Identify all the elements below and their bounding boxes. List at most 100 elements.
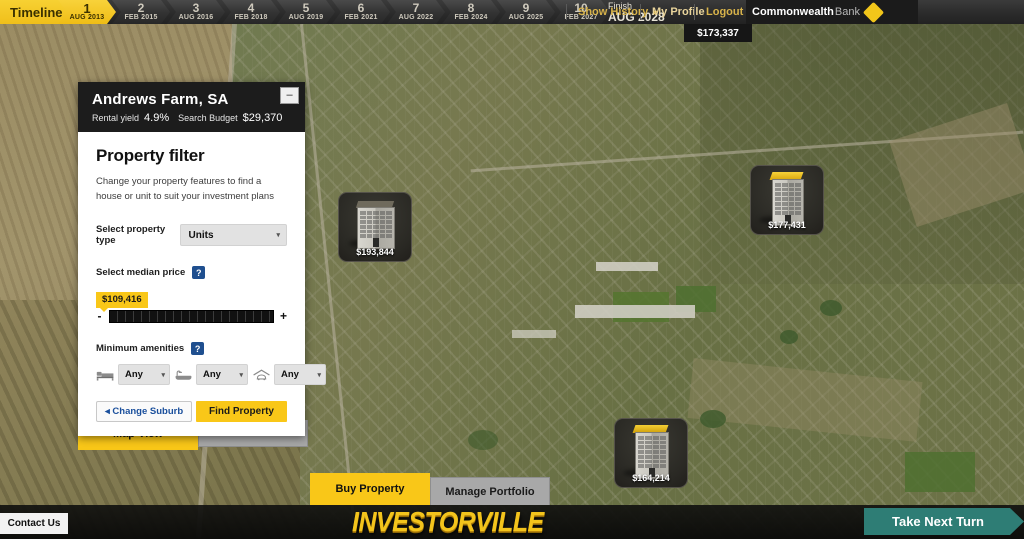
bathrooms-select[interactable]: Any ▾: [196, 364, 248, 385]
chevron-down-icon: ▾: [239, 371, 243, 379]
take-next-turn-button[interactable]: Take Next Turn: [864, 508, 1024, 535]
timeline-step-9[interactable]: 9 AUG 2025: [497, 0, 555, 24]
bed-icon: [96, 371, 114, 381]
building-graphic: [632, 425, 669, 479]
timeline-step-date: AUG 2013: [69, 13, 105, 21]
cash-balance: $173,337: [684, 24, 752, 42]
property-type-value: Units: [188, 229, 214, 241]
panel-body: Property filter Change your property fea…: [78, 132, 326, 436]
rental-yield-value: 4.9%: [144, 112, 170, 124]
timeline-step-number: 4: [247, 0, 255, 15]
search-budget-label: Search Budget: [178, 113, 238, 123]
timeline-step-6[interactable]: 6 FEB 2021: [332, 0, 390, 24]
commonwealth-bank-logo: Commonwealth Bank: [746, 0, 918, 24]
timeline-step-date: FEB 2021: [344, 13, 378, 21]
map-building-block: [596, 262, 658, 271]
timeline-step-8[interactable]: 8 FEB 2024: [442, 0, 500, 24]
panel-header: Andrews Farm, SA Rental yield 4.9% Searc…: [78, 82, 305, 132]
map-tree: [820, 300, 842, 316]
show-history-label: Show History: [578, 6, 649, 18]
bank-name-light: Bank: [834, 6, 860, 18]
tab-manage-portfolio[interactable]: Manage Portfolio: [430, 477, 550, 505]
median-price-slider[interactable]: - +: [78, 309, 305, 323]
carspaces-filter: Any ▾: [252, 364, 326, 385]
bathrooms-filter: Any ▾: [174, 364, 248, 385]
property-type-select[interactable]: Units ▾: [179, 224, 287, 246]
building-windows: [775, 183, 801, 215]
carport-icon: [253, 369, 270, 380]
bathrooms-value: Any: [203, 369, 221, 380]
property-marker-tile[interactable]: $177,431: [750, 165, 824, 235]
building-body: [357, 207, 395, 249]
timeline-step-4[interactable]: 4 FEB 2018: [222, 0, 280, 24]
find-property-button[interactable]: Find Property: [195, 401, 287, 422]
timeline-bar: Timeline 1 AUG 2013 2 FEB 2015 3 AUG 201…: [0, 0, 1024, 24]
slider-increase-button[interactable]: +: [280, 309, 287, 323]
carspaces-value: Any: [281, 369, 299, 380]
logout-button[interactable]: Logout: [696, 0, 753, 24]
timeline-step-date: FEB 2015: [124, 13, 158, 21]
map-building-block: [575, 305, 695, 318]
timeline-step-number: 8: [467, 0, 475, 15]
building-body: [635, 432, 669, 479]
carspaces-select[interactable]: Any ▾: [274, 364, 326, 385]
timeline-step-3[interactable]: 3 AUG 2016: [167, 0, 225, 24]
property-price: $193,844: [356, 247, 394, 257]
timeline-step-date: FEB 2024: [454, 13, 488, 21]
median-price-value: $109,416: [96, 292, 148, 312]
header-divider: [694, 4, 695, 20]
timeline-step-date: AUG 2019: [288, 13, 324, 21]
property-marker-tile[interactable]: $164,214: [614, 418, 688, 488]
property-marker[interactable]: $177,431: [750, 165, 824, 235]
map-tree: [468, 430, 498, 450]
property-marker[interactable]: $164,214: [614, 418, 688, 488]
map-tree: [700, 410, 726, 428]
minimize-button[interactable]: –: [280, 87, 299, 104]
building-body: [772, 179, 804, 226]
property-type-row: Select property type Units ▾: [78, 224, 305, 246]
search-budget-value: $29,370: [242, 112, 283, 124]
building-windows: [360, 211, 392, 238]
diamond-icon: [862, 1, 885, 23]
bank-name-bold: Commonwealth: [752, 6, 834, 18]
timeline-step-7[interactable]: 7 AUG 2022: [387, 0, 445, 24]
help-icon[interactable]: ?: [192, 266, 206, 279]
panel-section-title: Property filter: [96, 146, 205, 165]
property-marker[interactable]: $193,844: [338, 192, 412, 262]
map-sports-field: [905, 452, 975, 492]
building-door: [373, 238, 379, 247]
timeline-step-5[interactable]: 5 AUG 2019: [277, 0, 335, 24]
bath-icon: [175, 370, 192, 380]
property-marker-tile[interactable]: $193,844: [338, 192, 412, 262]
change-suburb-button[interactable]: ◂ Change Suburb: [96, 401, 193, 422]
median-price-row: Select median price ?: [78, 266, 305, 279]
investorville-logo: INVESTORVILLE: [352, 506, 544, 538]
slider-track[interactable]: [109, 309, 274, 323]
contact-us-button[interactable]: Contact Us: [0, 513, 68, 534]
help-icon[interactable]: ?: [191, 342, 205, 355]
timeline-step-date: AUG 2022: [398, 13, 434, 21]
timeline-step-date: AUG 2016: [178, 13, 214, 21]
mode-tabs: Buy Property Manage Portfolio: [310, 473, 550, 505]
building-windows: [638, 436, 666, 468]
panel-actions: ◂ Change Suburb Find Property: [78, 385, 305, 422]
header-divider: [566, 4, 567, 20]
amenities-row: Minimum amenities ?: [78, 342, 305, 355]
timeline-step-number: 6: [357, 0, 365, 15]
timeline-step-date: FEB 2018: [234, 13, 268, 21]
investorville-game-screen: Timeline 1 AUG 2013 2 FEB 2015 3 AUG 201…: [0, 0, 1024, 539]
panel-stats: Rental yield 4.9% Search Budget $29,370: [92, 112, 293, 124]
timeline-step-number: 3: [192, 0, 200, 15]
amenities-label: Minimum amenities: [96, 343, 185, 354]
chevron-down-icon: ▾: [161, 371, 165, 379]
header-divider: [640, 4, 641, 20]
property-filter-panel: Andrews Farm, SA Rental yield 4.9% Searc…: [78, 82, 326, 436]
timeline-step-number: 9: [522, 0, 530, 15]
tab-buy-property[interactable]: Buy Property: [310, 473, 430, 505]
bedrooms-select[interactable]: Any ▾: [118, 364, 170, 385]
timeline-step-number: 1: [83, 0, 91, 16]
bedrooms-value: Any: [125, 369, 143, 380]
timeline-step-number: 2: [137, 0, 145, 15]
timeline-step-2[interactable]: 2 FEB 2015: [112, 0, 170, 24]
bedrooms-filter: Any ▾: [96, 364, 170, 385]
